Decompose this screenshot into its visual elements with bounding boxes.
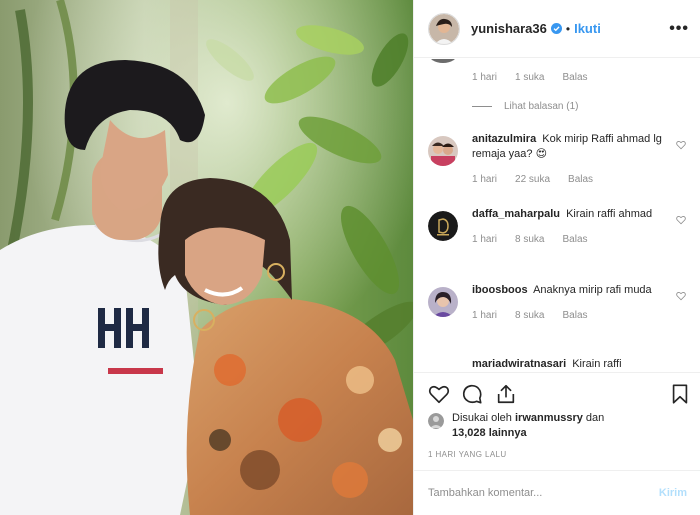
like-comment-heart-icon[interactable] xyxy=(676,215,686,225)
comment-text: Kirain raffi xyxy=(572,358,622,370)
post-timestamp[interactable]: 1 HARI YANG LALU xyxy=(428,450,507,459)
comment-username[interactable]: mariadwiratnasari xyxy=(472,358,566,370)
comment-text: Kirain raffi ahmad xyxy=(566,208,653,220)
likes-summary: Disukai oleh irwanmussry dan 13,028 lain… xyxy=(428,411,662,441)
comment-item: iboosboos Anaknya mirip rafi muda 1 hari… xyxy=(428,283,690,321)
comment-avatar-partial xyxy=(431,59,455,63)
likes-suffix: dan xyxy=(582,412,605,424)
add-comment-input[interactable] xyxy=(428,487,659,499)
comments-list[interactable]: 1 hari 1 suka Balas Lihat balasan (1) an… xyxy=(414,59,700,372)
comment-item: anitazulmira Kok mirip Raffi ahmad lg re… xyxy=(428,132,690,185)
comment-time: 1 hari xyxy=(472,310,498,321)
comment-username[interactable]: daffa_maharpalu xyxy=(472,208,560,220)
comment-text: Anaknya mirip rafi muda xyxy=(533,284,652,296)
avatar-image xyxy=(428,287,458,317)
comment-time: 1 hari xyxy=(472,72,498,83)
follow-button[interactable]: Ikuti xyxy=(574,21,601,36)
like-comment-heart-icon[interactable] xyxy=(676,291,686,301)
post-side-panel: yunishara36 • Ikuti ••• 1 hari 1 suka Ba… xyxy=(413,0,700,515)
view-replies-button[interactable]: Lihat balasan (1) xyxy=(472,101,579,112)
author-avatar-image xyxy=(429,13,459,44)
comment-time: 1 hari xyxy=(472,174,498,185)
avatar-image xyxy=(428,136,458,166)
like-heart-icon[interactable] xyxy=(428,383,450,405)
comment-bubble-icon[interactable] xyxy=(461,383,483,405)
avatar-image xyxy=(428,211,458,241)
likes-count[interactable]: 13,028 lainnya xyxy=(452,427,527,439)
comment-avatar[interactable] xyxy=(428,287,458,317)
verified-badge-icon xyxy=(550,23,562,34)
add-comment-bar: Kirim xyxy=(414,470,700,515)
reply-button[interactable]: Balas xyxy=(562,234,587,245)
header-separator: • xyxy=(565,21,571,36)
comment-likes[interactable]: 8 suka xyxy=(515,234,544,245)
comment-likes[interactable]: 1 suka xyxy=(515,72,544,83)
comment-item: daffa_maharpalu Kirain raffi ahmad 1 har… xyxy=(428,207,690,245)
comment-item: mariadwiratnasari Kirain raffi xyxy=(428,357,690,372)
post-photo[interactable] xyxy=(0,0,413,515)
likes-prefix: Disukai oleh xyxy=(452,412,515,424)
comment-text-block: anitazulmira Kok mirip Raffi ahmad lg re… xyxy=(472,132,668,162)
likes-text: Disukai oleh irwanmussry dan 13,028 lain… xyxy=(452,411,662,441)
comment-likes[interactable]: 22 suka xyxy=(515,174,550,185)
more-options-icon[interactable]: ••• xyxy=(669,20,689,38)
comment-meta: 1 hari 8 suka Balas xyxy=(472,310,690,321)
view-replies-label: Lihat balasan (1) xyxy=(504,101,579,112)
post-comment-button[interactable]: Kirim xyxy=(659,487,687,499)
liker-username[interactable]: irwanmussry xyxy=(515,412,583,424)
comment-time: 1 hari xyxy=(472,234,498,245)
share-icon[interactable] xyxy=(495,383,517,405)
comment-avatar[interactable] xyxy=(428,136,458,166)
liker-avatar[interactable] xyxy=(428,413,444,429)
replies-divider xyxy=(472,106,492,107)
comment-avatar[interactable] xyxy=(428,211,458,241)
reply-button[interactable]: Balas xyxy=(562,310,587,321)
post-actions: Disukai oleh irwanmussry dan 13,028 lain… xyxy=(414,372,700,460)
author-username[interactable]: yunishara36 xyxy=(471,21,547,36)
comment-likes[interactable]: 8 suka xyxy=(515,310,544,321)
comment-meta: 1 hari 22 suka Balas xyxy=(472,174,690,185)
comment-meta: 1 hari 8 suka Balas xyxy=(472,234,690,245)
post-image xyxy=(0,0,413,515)
like-comment-heart-icon[interactable] xyxy=(676,140,686,150)
save-bookmark-icon[interactable] xyxy=(669,383,691,405)
comment-meta: 1 hari 1 suka Balas xyxy=(472,72,606,83)
author-avatar[interactable] xyxy=(428,12,460,45)
reply-button[interactable]: Balas xyxy=(562,72,587,83)
liker-avatar-image xyxy=(428,413,444,429)
comment-text-block: mariadwiratnasari Kirain raffi xyxy=(472,357,668,372)
comment-username[interactable]: anitazulmira xyxy=(472,133,536,145)
post-header: yunishara36 • Ikuti ••• xyxy=(414,0,700,58)
comment-text-block: daffa_maharpalu Kirain raffi ahmad xyxy=(472,207,668,222)
comment-username[interactable]: iboosboos xyxy=(472,284,528,296)
reply-button[interactable]: Balas xyxy=(568,174,593,185)
comment-text-block: iboosboos Anaknya mirip rafi muda xyxy=(472,283,668,298)
